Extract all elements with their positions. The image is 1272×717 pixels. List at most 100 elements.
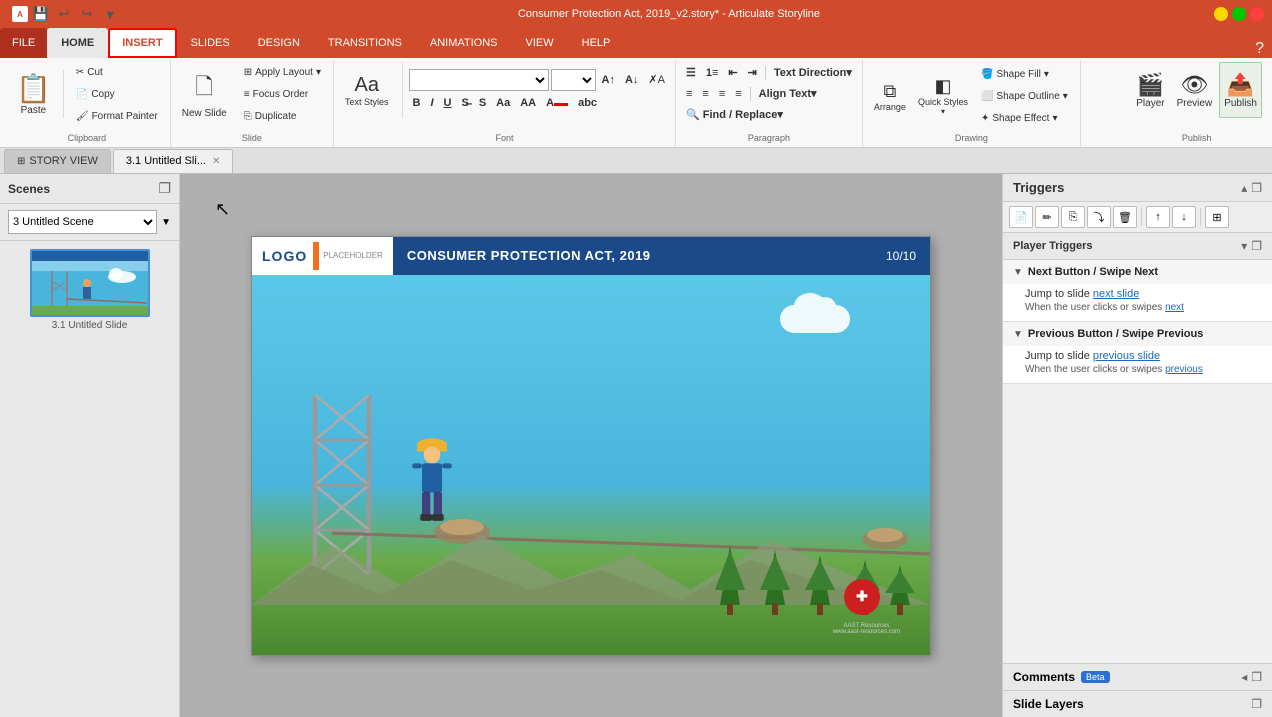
tab-transitions[interactable]: TRANSITIONS: [314, 28, 416, 58]
close-button[interactable]: [1250, 7, 1264, 21]
bold-button[interactable]: B: [409, 95, 425, 111]
player-button[interactable]: 🎬 Player: [1131, 62, 1169, 118]
change-case-button[interactable]: AA: [516, 95, 540, 111]
prev-trigger-header[interactable]: ▼ Previous Button / Swipe Previous: [1003, 322, 1272, 346]
character-spacing-button[interactable]: Aa: [492, 95, 514, 111]
player-triggers-restore-icon[interactable]: ❐: [1251, 239, 1262, 253]
next-swipe-link[interactable]: next: [1165, 302, 1184, 313]
trigger-up-button[interactable]: ↑: [1146, 206, 1170, 228]
tab-view[interactable]: VIEW: [512, 28, 568, 58]
align-right-button[interactable]: ≡: [715, 86, 729, 102]
prev-swipe-link[interactable]: previous: [1165, 364, 1203, 375]
comments-restore-icon[interactable]: ❐: [1251, 670, 1262, 684]
shape-fill-button[interactable]: 🪣 Shape Fill▾: [975, 64, 1074, 84]
story-view-tab[interactable]: ⊞ STORY VIEW: [4, 149, 111, 173]
justify-button[interactable]: ≡: [731, 86, 745, 102]
ribbon-group-clipboard: 📋 Paste ✂ Cut 📄 Copy 🖌 Format Painter: [4, 60, 171, 147]
decrease-font-button[interactable]: A↓: [621, 72, 642, 88]
undo-button[interactable]: ↩: [54, 4, 74, 24]
focus-order-button[interactable]: ≡ Focus Order: [238, 84, 327, 104]
strikethrough-button[interactable]: S̶: [457, 95, 472, 111]
prev-slide-link[interactable]: previous slide: [1093, 350, 1160, 362]
increase-font-button[interactable]: A↑: [598, 72, 619, 88]
numbering-button[interactable]: 1≡: [702, 65, 723, 81]
slide-layers-restore-icon[interactable]: ❐: [1251, 697, 1262, 711]
increase-indent-button[interactable]: ⇥: [744, 64, 761, 81]
minimize-button[interactable]: [1214, 7, 1228, 21]
trigger-new-button[interactable]: 📄: [1009, 206, 1033, 228]
trigger-move-button[interactable]: ⤵: [1087, 206, 1111, 228]
trigger-grid-button[interactable]: ⊞: [1205, 206, 1229, 228]
underline-button[interactable]: U: [440, 95, 456, 111]
clear-format-button[interactable]: ✗A: [644, 71, 669, 88]
align-text-button[interactable]: Align Text▾: [755, 85, 821, 102]
slide-list: 3.1 Untitled Slide: [0, 241, 179, 717]
shape-outline-button[interactable]: ⬜ Shape Outline▾: [975, 86, 1074, 106]
trigger-edit-button[interactable]: ✏: [1035, 206, 1059, 228]
align-center-button[interactable]: ≡: [698, 86, 712, 102]
shadow-button[interactable]: S: [475, 95, 490, 111]
triggers-panel-title: Triggers: [1013, 180, 1064, 195]
duplicate-button[interactable]: ⎘ Duplicate: [238, 106, 327, 126]
slide-thumbnail: [30, 249, 150, 317]
scenes-header: Scenes ❐: [0, 174, 179, 204]
help-icon[interactable]: ?: [1255, 40, 1264, 58]
highlight-button[interactable]: abc: [574, 95, 601, 111]
tab-insert[interactable]: INSERT: [108, 28, 176, 58]
format-painter-button[interactable]: 🖌 Format Painter: [70, 106, 164, 126]
comments-collapse-icon[interactable]: ◂: [1241, 670, 1247, 684]
align-left-button[interactable]: ≡: [682, 86, 696, 102]
find-replace-button[interactable]: 🔍 Find / Replace▾: [682, 106, 787, 123]
tab-animations[interactable]: ANIMATIONS: [416, 28, 512, 58]
scene-dropdown[interactable]: 3 Untitled Scene: [8, 210, 157, 234]
qa-more-button[interactable]: ▼: [100, 4, 120, 24]
tab-help[interactable]: HELP: [568, 28, 625, 58]
trigger-down-button[interactable]: ↓: [1172, 206, 1196, 228]
bullets-button[interactable]: ☰: [682, 64, 700, 81]
canvas-area[interactable]: ↖ LOGO PLACEHOLDER CONSUMER PROTECTION A…: [180, 174, 1002, 717]
slide-page-number: 10/10: [886, 249, 930, 263]
triggers-toolbar: 📄 ✏ ⎘ ⤵ 🗑 ↑ ↓ ⊞: [1003, 202, 1272, 233]
save-button[interactable]: 💾: [31, 4, 51, 24]
redo-button[interactable]: ↪: [77, 4, 97, 24]
tab-design[interactable]: DESIGN: [244, 28, 314, 58]
text-direction-button[interactable]: Text Direction▾: [770, 64, 856, 81]
publish-button[interactable]: 📤 Publish: [1219, 62, 1262, 118]
preview-icon: 👁: [1180, 72, 1208, 98]
cut-button[interactable]: ✂ Cut: [70, 62, 164, 82]
new-slide-button[interactable]: 🗋 New Slide: [177, 66, 232, 122]
decrease-indent-button[interactable]: ⇤: [724, 64, 741, 81]
tab-slides[interactable]: SLIDES: [177, 28, 244, 58]
maximize-button[interactable]: [1232, 7, 1246, 21]
tab-file[interactable]: FILE: [0, 28, 47, 58]
player-triggers-collapse-icon[interactable]: ▾: [1241, 239, 1247, 253]
apply-layout-button[interactable]: ⊞ Apply Layout ▾: [238, 62, 327, 82]
font-color-button[interactable]: A: [542, 95, 572, 111]
slide-edit-tab[interactable]: 3.1 Untitled Sli... ✕: [113, 149, 233, 173]
trigger-delete-button[interactable]: 🗑: [1113, 206, 1137, 228]
shape-effect-button[interactable]: ✦ Shape Effect▾: [975, 108, 1074, 128]
copy-button[interactable]: 📄 Copy: [70, 84, 164, 104]
slide-illustration: ✚ AAST Resources www.aast-resources.com: [252, 275, 930, 655]
trigger-copy-button[interactable]: ⎘: [1061, 206, 1085, 228]
slide-layers-title: Slide Layers: [1013, 697, 1084, 711]
font-size-select[interactable]: [551, 69, 596, 91]
next-trigger-header[interactable]: ▼ Next Button / Swipe Next: [1003, 260, 1272, 284]
font-name-select[interactable]: [409, 69, 549, 91]
list-item[interactable]: 3.1 Untitled Slide: [8, 249, 171, 331]
slide-tab-close[interactable]: ✕: [212, 156, 220, 167]
triggers-restore-icon[interactable]: ❐: [1251, 181, 1262, 195]
preview-button[interactable]: 👁 Preview: [1172, 62, 1218, 118]
publish-row: 🎬 Player 👁 Preview 📤 Publish: [1131, 62, 1262, 118]
paste-button[interactable]: 📋 Paste: [10, 70, 57, 118]
scenes-panel-icon[interactable]: ❐: [158, 180, 171, 197]
text-styles-button[interactable]: Aa Text Styles: [340, 62, 394, 118]
slide-canvas[interactable]: LOGO PLACEHOLDER CONSUMER PROTECTION ACT…: [251, 236, 931, 656]
tab-home[interactable]: HOME: [47, 28, 108, 58]
next-slide-link[interactable]: next slide: [1093, 288, 1139, 300]
triggers-collapse-icon[interactable]: ▴: [1241, 181, 1247, 195]
quick-styles-button[interactable]: ◧ Quick Styles ▾: [913, 70, 973, 122]
arrange-button[interactable]: ⧉ Arrange: [869, 70, 911, 122]
italic-button[interactable]: I: [426, 95, 437, 111]
paragraph-label: Paragraph: [682, 133, 856, 145]
